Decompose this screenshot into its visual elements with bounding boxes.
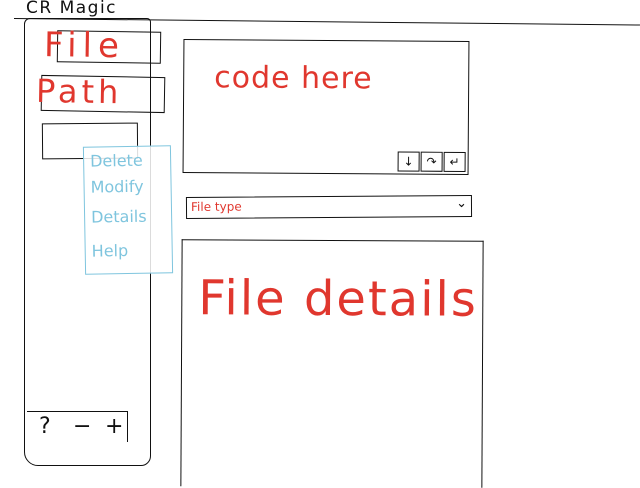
sidebar-item-file[interactable]: File <box>44 25 162 66</box>
app-title: CR Magic <box>26 0 118 18</box>
help-button[interactable]: ? <box>39 414 51 439</box>
sidebar-item-label: Path <box>35 71 123 112</box>
arrow-down-icon[interactable]: ↓ <box>397 151 420 172</box>
file-type-value: File type <box>190 199 242 214</box>
redo-icon[interactable]: ↷ <box>420 151 443 172</box>
chevron-down-icon: ⌄ <box>456 196 468 212</box>
editor-toolbar: ↓ ↷ ↵ <box>397 151 466 172</box>
file-details-panel: File details <box>180 239 484 488</box>
add-button[interactable]: + <box>105 414 123 439</box>
sidebar-item-label: File <box>43 25 126 67</box>
file-type-select[interactable]: File type ⌄ <box>185 195 473 219</box>
menu-item-help[interactable]: Help <box>92 241 129 261</box>
code-editor[interactable]: code here ↓ ↷ ↵ <box>182 39 470 175</box>
file-details-placeholder: File details <box>198 270 478 328</box>
code-editor-placeholder: code here <box>214 60 373 97</box>
menu-item-delete[interactable]: Delete <box>90 151 143 171</box>
enter-icon[interactable]: ↵ <box>443 151 466 172</box>
context-menu: Delete Modify Details Help <box>82 145 174 275</box>
sidebar-footer: ? − + <box>27 411 128 442</box>
remove-button[interactable]: − <box>73 414 91 439</box>
menu-item-modify[interactable]: Modify <box>90 177 143 197</box>
menu-item-details[interactable]: Details <box>91 207 147 227</box>
sidebar-item-path[interactable]: Path <box>36 72 166 114</box>
